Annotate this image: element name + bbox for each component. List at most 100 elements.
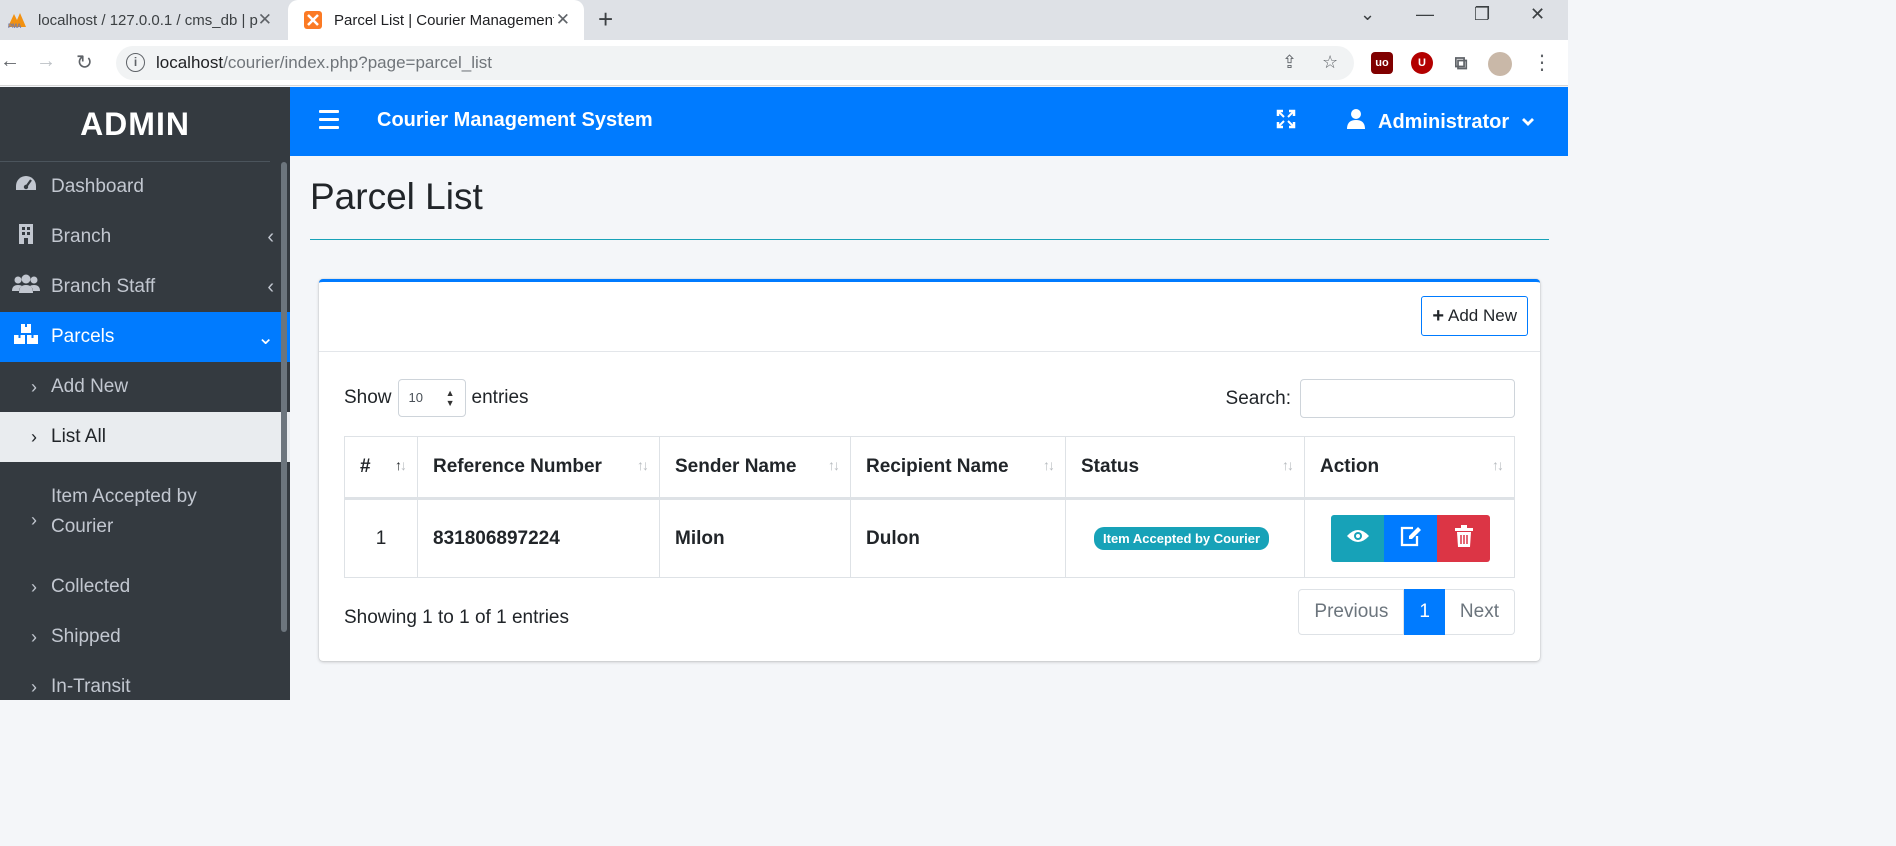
header-label: Recipient Name xyxy=(866,456,1009,477)
action-button-group xyxy=(1331,515,1499,562)
header-label: Status xyxy=(1081,456,1140,477)
new-tab-icon[interactable]: + xyxy=(598,4,613,35)
cell-reference: 831806897224 xyxy=(417,498,660,578)
header-label: Action xyxy=(1320,456,1380,477)
chevron-left-icon: ‹ xyxy=(267,225,274,248)
sidebar-item-branch[interactable]: Branch ‹ xyxy=(0,212,290,262)
title-divider xyxy=(310,239,1549,240)
sidebar-item-label: Parcels xyxy=(51,326,115,347)
browser-toolbar: ← → ↻ i localhost/courier/index.php?page… xyxy=(0,40,1568,86)
show-entries-control: Show 10 ▲ ▼ entries xyxy=(344,379,529,417)
table-header-row: # ↑↓ Reference Number ↑↓ Sender Name ↑↓ Rec… xyxy=(344,436,1515,500)
back-icon[interactable]: ← xyxy=(0,50,20,73)
sort-icon: ↑↓ xyxy=(828,457,840,473)
edit-button[interactable] xyxy=(1384,515,1437,562)
add-new-button[interactable]: + Add New xyxy=(1421,296,1528,336)
browser-tab-phpmyadmin[interactable]: PMA localhost / 127.0.0.1 / cms_db | php… xyxy=(0,0,286,40)
share-icon[interactable]: ⇪ xyxy=(1282,52,1297,73)
xampp-icon xyxy=(302,11,324,29)
column-header-reference[interactable]: Reference Number ↑↓ xyxy=(417,436,660,500)
sidebar-item-dashboard[interactable]: Dashboard xyxy=(0,162,290,212)
status-badge: Item Accepted by Courier xyxy=(1094,527,1270,550)
system-title: Courier Management System xyxy=(377,109,653,131)
cell-action xyxy=(1304,498,1515,578)
user-menu[interactable]: Administrator xyxy=(1346,108,1535,136)
tab-title: localhost / 127.0.0.1 / cms_db | phpMyAd… xyxy=(38,11,258,29)
user-name: Administrator xyxy=(1378,110,1510,133)
sort-icon: ↑↓ xyxy=(1043,457,1055,473)
address-bar[interactable]: i localhost/courier/index.php?page=parce… xyxy=(116,46,1354,80)
chevron-down-icon xyxy=(1521,114,1535,131)
site-info-icon[interactable]: i xyxy=(126,53,145,72)
cell-sender: Milon xyxy=(659,498,851,578)
sidebar-item-branch-staff[interactable]: Branch Staff ‹ xyxy=(0,262,290,312)
parcel-table: # ↑↓ Reference Number ↑↓ Sender Name ↑↓ Rec… xyxy=(344,436,1515,578)
reload-icon[interactable]: ↻ xyxy=(76,50,93,75)
sidebar-scrollbar[interactable] xyxy=(281,162,287,632)
sidebar-item-add-new[interactable]: › Add New xyxy=(0,362,290,412)
brand-title[interactable]: ADMIN xyxy=(0,87,270,162)
sidebar-item-collected[interactable]: › Collected xyxy=(0,562,290,612)
cell-recipient: Dulon xyxy=(850,498,1066,578)
pagination-previous[interactable]: Previous xyxy=(1298,589,1405,635)
sidebar: ADMIN Dashboard Branch ‹ Branch Staff ‹ xyxy=(0,87,290,700)
tab-title: Parcel List | Courier Management System xyxy=(334,11,554,29)
sidebar-item-label: Shipped xyxy=(51,626,121,647)
sidebar-item-label: In-Transit xyxy=(51,676,131,697)
fullscreen-expand-icon[interactable] xyxy=(1276,109,1296,135)
pagination-next[interactable]: Next xyxy=(1444,589,1515,635)
close-tab-icon[interactable]: ✕ xyxy=(556,10,570,30)
sidebar-item-shipped[interactable]: › Shipped xyxy=(0,612,290,662)
delete-button[interactable] xyxy=(1437,515,1490,562)
chevron-right-icon: › xyxy=(31,626,37,647)
sidebar-item-label: Branch xyxy=(51,226,112,247)
view-button[interactable] xyxy=(1331,515,1384,562)
minimize-icon[interactable]: — xyxy=(1416,4,1434,25)
chevron-right-icon: › xyxy=(31,510,37,530)
card-header: + Add New xyxy=(319,282,1540,352)
sidebar-item-list-all[interactable]: › List All xyxy=(0,412,290,462)
user-icon xyxy=(1346,108,1366,136)
sidebar-item-label: List All xyxy=(51,426,106,447)
sidebar-item-item-accepted[interactable]: › Item Accepted by Courier xyxy=(0,462,290,562)
url-path: /courier/index.php?page=parcel_list xyxy=(223,53,492,72)
sidebar-item-parcels[interactable]: Parcels ⌄ xyxy=(0,312,290,362)
browser-menu-icon[interactable]: ⋮ xyxy=(1532,50,1552,75)
close-tab-icon[interactable]: ✕ xyxy=(258,10,272,30)
restore-icon[interactable]: ❐ xyxy=(1474,4,1490,25)
column-header-number[interactable]: # ↑↓ xyxy=(344,436,418,500)
window-close-icon[interactable]: ✕ xyxy=(1530,4,1545,25)
svg-text:PMA: PMA xyxy=(8,24,22,29)
column-header-recipient[interactable]: Recipient Name ↑↓ xyxy=(850,436,1066,500)
sort-icon: ↑↓ xyxy=(1492,457,1504,473)
page-length-value: 10 xyxy=(408,390,423,405)
page-length-select[interactable]: 10 ▲ ▼ xyxy=(397,379,466,417)
entries-label: entries xyxy=(471,387,529,408)
hamburger-menu-icon[interactable] xyxy=(319,110,339,134)
sidebar-item-label: Dashboard xyxy=(51,176,144,197)
puzzle-icon[interactable]: ⧉ xyxy=(1450,52,1472,74)
chevron-right-icon: › xyxy=(31,676,37,697)
tab-search-icon[interactable]: ⌄ xyxy=(1360,4,1375,25)
ublock-icon[interactable]: uo xyxy=(1371,52,1393,74)
ublock-red-icon[interactable]: U xyxy=(1411,52,1433,74)
browser-tab-bar: PMA localhost / 127.0.0.1 / cms_db | php… xyxy=(0,0,1568,40)
forward-icon[interactable]: → xyxy=(36,50,56,73)
sidebar-nav: Dashboard Branch ‹ Branch Staff ‹ Parcel… xyxy=(0,162,290,700)
url-text[interactable]: localhost/courier/index.php?page=parcel_… xyxy=(156,53,492,73)
column-header-status[interactable]: Status ↑↓ xyxy=(1065,436,1305,500)
search-input[interactable] xyxy=(1300,379,1515,418)
browser-tab-parcel-list[interactable]: Parcel List | Courier Management System … xyxy=(288,0,584,40)
pagination: Previous 1 Next xyxy=(1298,589,1515,635)
sort-icon: ↑↓ xyxy=(637,457,649,473)
column-header-action[interactable]: Action ↑↓ xyxy=(1304,436,1515,500)
bookmark-star-icon[interactable]: ☆ xyxy=(1322,52,1338,73)
sidebar-item-in-transit[interactable]: › In-Transit xyxy=(0,662,290,700)
pagination-page-1[interactable]: 1 xyxy=(1404,589,1445,635)
boxes-icon xyxy=(12,323,40,351)
profile-avatar[interactable] xyxy=(1488,52,1512,76)
users-icon xyxy=(12,274,40,300)
column-header-sender[interactable]: Sender Name ↑↓ xyxy=(659,436,851,500)
sidebar-item-label: Add New xyxy=(51,376,129,397)
cell-status: Item Accepted by Courier xyxy=(1065,498,1305,578)
